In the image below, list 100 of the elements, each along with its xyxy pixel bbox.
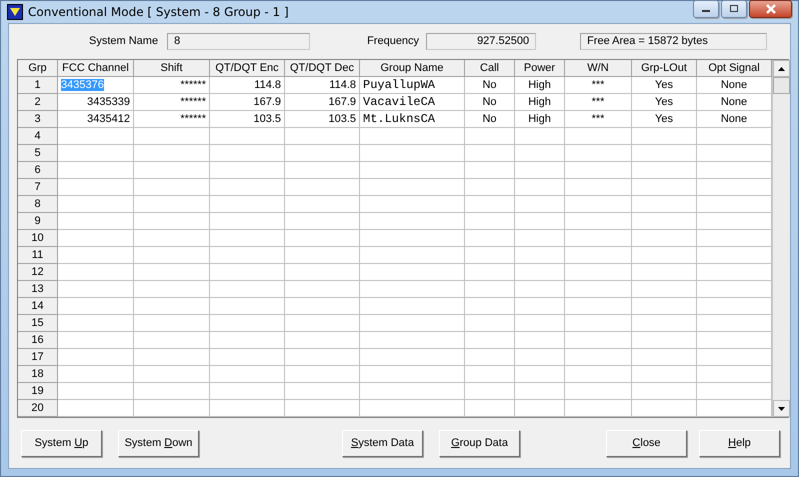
table-cell[interactable] (565, 400, 632, 417)
table-cell[interactable] (360, 366, 465, 383)
table-cell[interactable] (134, 247, 210, 264)
table-cell[interactable] (285, 196, 360, 213)
table-cell[interactable] (515, 162, 565, 179)
table-cell[interactable]: No (465, 94, 515, 111)
table-cell[interactable] (360, 196, 465, 213)
table-cell[interactable] (465, 196, 515, 213)
column-header[interactable]: Grp (18, 60, 58, 77)
table-cell[interactable] (58, 145, 134, 162)
table-cell[interactable] (565, 145, 632, 162)
table-cell[interactable] (632, 230, 697, 247)
table-cell[interactable] (58, 179, 134, 196)
table-cell[interactable] (360, 145, 465, 162)
column-header[interactable]: Grp-LOut (632, 60, 697, 77)
table-cell[interactable] (134, 162, 210, 179)
table-cell[interactable] (285, 366, 360, 383)
table-cell[interactable] (285, 264, 360, 281)
table-cell[interactable] (58, 230, 134, 247)
table-cell[interactable] (632, 179, 697, 196)
table-cell[interactable] (465, 281, 515, 298)
scroll-up-icon[interactable] (778, 66, 785, 70)
table-cell[interactable]: Yes (632, 77, 697, 94)
table-cell[interactable]: 167.9 (285, 94, 360, 111)
table-cell[interactable] (565, 213, 632, 230)
table-cell[interactable] (210, 366, 285, 383)
table-cell[interactable] (210, 349, 285, 366)
table-cell[interactable] (360, 213, 465, 230)
table-cell[interactable] (58, 298, 134, 315)
table-cell[interactable] (565, 383, 632, 400)
table-cell[interactable]: 103.5 (285, 111, 360, 128)
column-header[interactable]: Group Name (360, 60, 465, 77)
table-cell[interactable] (565, 349, 632, 366)
table-cell[interactable] (465, 179, 515, 196)
table-cell[interactable]: VacavileCA (360, 94, 465, 111)
maximize-button[interactable] (721, 0, 747, 18)
table-cell[interactable]: Yes (632, 94, 697, 111)
table-cell[interactable] (465, 315, 515, 332)
table-cell[interactable] (632, 383, 697, 400)
table-cell[interactable] (360, 332, 465, 349)
table-cell[interactable] (285, 349, 360, 366)
table-cell[interactable] (285, 400, 360, 417)
table-cell[interactable] (565, 315, 632, 332)
table-cell[interactable] (134, 315, 210, 332)
column-header[interactable]: Power (515, 60, 565, 77)
table-cell[interactable]: 103.5 (210, 111, 285, 128)
table-cell[interactable] (632, 366, 697, 383)
table-cell[interactable] (632, 400, 697, 417)
table-cell[interactable] (515, 383, 565, 400)
table-cell[interactable] (515, 230, 565, 247)
table-cell[interactable] (210, 196, 285, 213)
table-cell[interactable] (632, 213, 697, 230)
table-cell[interactable] (515, 349, 565, 366)
table-cell[interactable] (285, 213, 360, 230)
table-cell[interactable]: No (465, 77, 515, 94)
scroll-down-icon[interactable] (778, 406, 785, 410)
table-cell[interactable]: Yes (632, 111, 697, 128)
table-cell[interactable] (134, 298, 210, 315)
table-cell[interactable] (632, 196, 697, 213)
table-cell[interactable] (210, 230, 285, 247)
table-cell[interactable] (210, 145, 285, 162)
table-cell[interactable] (632, 298, 697, 315)
table-cell[interactable] (515, 145, 565, 162)
column-header[interactable]: QT/DQT Dec (285, 60, 360, 77)
table-cell[interactable] (515, 298, 565, 315)
table-cell[interactable] (360, 264, 465, 281)
table-cell[interactable] (360, 349, 465, 366)
table-cell[interactable]: ****** (134, 77, 210, 94)
table-cell[interactable] (360, 315, 465, 332)
table-cell[interactable] (465, 162, 515, 179)
table-cell[interactable] (515, 400, 565, 417)
table-cell[interactable] (58, 162, 134, 179)
table-cell[interactable]: 3435412 (58, 111, 134, 128)
table-cell[interactable]: *** (565, 94, 632, 111)
table-cell[interactable] (360, 128, 465, 145)
dialog-button[interactable]: System Up (21, 430, 102, 456)
table-cell[interactable] (58, 315, 134, 332)
table-cell[interactable] (565, 264, 632, 281)
table-cell[interactable] (285, 315, 360, 332)
column-header[interactable]: Shift (134, 60, 210, 77)
table-cell[interactable] (210, 162, 285, 179)
table-cell[interactable]: 114.8 (285, 77, 360, 94)
table-cell[interactable] (565, 179, 632, 196)
table-cell[interactable] (465, 145, 515, 162)
table-cell[interactable] (285, 247, 360, 264)
table-cell[interactable] (360, 298, 465, 315)
close-button[interactable] (749, 0, 792, 18)
column-header[interactable]: FCC Channel (58, 60, 134, 77)
table-cell[interactable] (210, 128, 285, 145)
table-cell[interactable] (465, 332, 515, 349)
table-cell[interactable] (632, 128, 697, 145)
table-cell[interactable] (515, 179, 565, 196)
table-cell[interactable] (134, 383, 210, 400)
table-cell[interactable] (134, 196, 210, 213)
table-cell[interactable] (515, 315, 565, 332)
table-cell[interactable] (285, 230, 360, 247)
table-cell[interactable] (632, 315, 697, 332)
dialog-button[interactable]: System Down (118, 430, 199, 456)
table-cell[interactable] (565, 366, 632, 383)
table-cell[interactable] (58, 128, 134, 145)
